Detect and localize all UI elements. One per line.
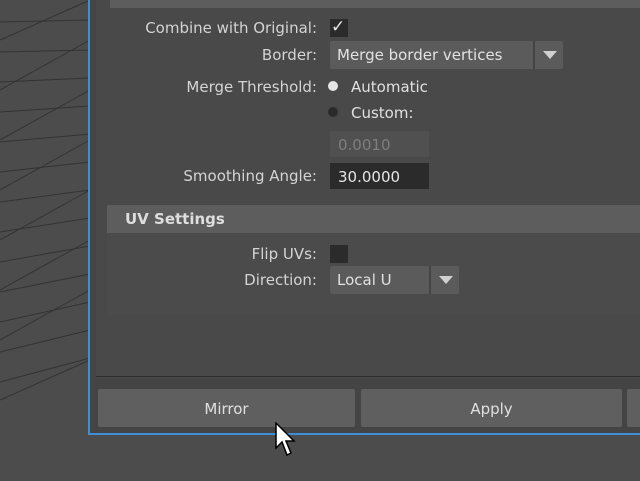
direction-dropdown[interactable]: Local U (330, 266, 459, 294)
custom-radio[interactable] (328, 107, 338, 117)
direction-label: Direction: (244, 271, 317, 289)
uv-settings-header[interactable]: UV Settings (107, 205, 640, 233)
uv-settings-title: UV Settings (125, 210, 225, 228)
custom-radio-label: Custom: (351, 104, 414, 122)
checkmark-icon: ✓ (331, 17, 346, 37)
direction-dropdown-button[interactable] (429, 266, 459, 294)
combine-with-original-label: Combine with Original: (145, 19, 317, 37)
flip-uvs-checkbox[interactable] (330, 245, 348, 263)
automatic-radio[interactable] (328, 81, 338, 91)
automatic-radio-label: Automatic (351, 78, 428, 96)
smoothing-angle-label: Smoothing Angle: (183, 167, 317, 185)
custom-threshold-field[interactable]: 0.0010 (330, 131, 429, 157)
mirror-button[interactable]: Mirror (98, 389, 355, 427)
mouse-cursor-icon (275, 422, 296, 457)
border-label: Border: (261, 46, 317, 64)
border-dropdown[interactable]: Merge border vertices (330, 41, 563, 69)
smoothing-angle-field[interactable]: 30.0000 (330, 163, 429, 189)
panel-divider (96, 376, 640, 377)
direction-dropdown-value: Local U (337, 271, 392, 289)
flip-uvs-label: Flip UVs: (251, 245, 317, 263)
merge-threshold-label: Merge Threshold: (186, 78, 317, 96)
apply-button[interactable]: Apply (361, 389, 622, 427)
chevron-down-icon (439, 276, 453, 284)
mirror-settings-header (110, 0, 640, 8)
chevron-down-icon (543, 51, 557, 59)
close-button[interactable] (627, 389, 640, 427)
border-dropdown-button[interactable] (533, 41, 563, 69)
combine-with-original-checkbox[interactable]: ✓ (330, 17, 348, 37)
border-dropdown-value: Merge border vertices (337, 46, 503, 64)
